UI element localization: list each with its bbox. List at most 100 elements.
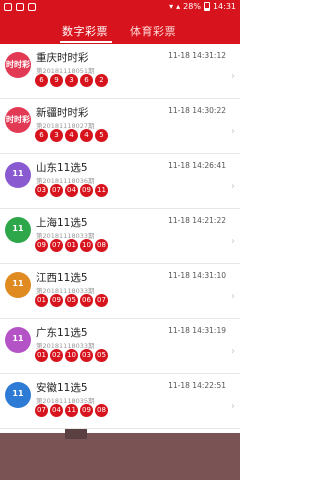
- winning-numbers: 69362: [35, 74, 108, 87]
- clock: 14:31: [212, 2, 236, 11]
- logo-text: 11: [12, 224, 24, 233]
- number-ball: 04: [50, 404, 63, 417]
- logo-text: 11: [12, 334, 24, 343]
- number-ball: 3: [50, 129, 63, 142]
- number-ball: 09: [80, 184, 93, 197]
- number-ball: 05: [95, 349, 108, 362]
- active-tab-indicator: [60, 41, 112, 43]
- number-ball: 06: [80, 294, 93, 307]
- number-ball: 01: [65, 239, 78, 252]
- logo-text: 时时彩: [6, 115, 30, 124]
- number-ball: 07: [35, 404, 48, 417]
- overlay-edge: [0, 429, 240, 433]
- notification-icons: [4, 3, 36, 11]
- number-ball: 9: [50, 74, 63, 87]
- number-ball: 3: [65, 74, 78, 87]
- lottery-title: 新疆时时彩: [36, 107, 89, 119]
- number-ball: 08: [95, 404, 108, 417]
- tab-sports-lottery[interactable]: 体育彩票: [130, 23, 176, 39]
- chevron-right-icon: ›: [231, 126, 235, 137]
- draw-time: 11-18 14:22:51: [168, 381, 226, 390]
- lottery-title: 山东11选5: [36, 162, 88, 174]
- lottery-row[interactable]: 时时彩 重庆时时彩 第20181118051期 11-18 14:31:12 6 9 3 6 2…: [0, 44, 240, 99]
- number-ball: 09: [80, 404, 93, 417]
- number-ball: 02: [50, 349, 63, 362]
- chevron-right-icon: ›: [231, 181, 235, 192]
- lottery-logo-icon: 时时彩: [5, 107, 31, 133]
- header-tabs: 数字彩票 体育彩票: [0, 16, 240, 44]
- bottom-overlay: [0, 429, 240, 480]
- number-ball: 09: [35, 239, 48, 252]
- number-ball: 6: [35, 74, 48, 87]
- notification-icon: [28, 3, 36, 11]
- draw-time: 11-18 14:30:22: [168, 106, 226, 115]
- status-right: ▾ ▴ 28% 14:31: [169, 2, 236, 11]
- lottery-title: 安徽11选5: [36, 382, 88, 394]
- draw-time: 11-18 14:31:10: [168, 271, 226, 280]
- tab-digital-lottery[interactable]: 数字彩票: [62, 23, 108, 39]
- logo-text: 时时彩: [6, 60, 30, 69]
- overlay-block: [65, 429, 87, 439]
- lottery-row[interactable]: 11 上海11选5 第20181118033期 11-18 14:21:22 09 07 0…: [0, 209, 240, 264]
- logo-text: 11: [12, 169, 24, 178]
- winning-numbers: 01 02 10 03 05: [35, 349, 108, 362]
- chevron-right-icon: ›: [231, 291, 235, 302]
- number-ball: 07: [50, 184, 63, 197]
- notification-icon: [4, 3, 12, 11]
- winning-numbers: 07 04 11 09 08: [35, 404, 108, 417]
- number-ball: 04: [65, 184, 78, 197]
- number-ball: 4: [80, 129, 93, 142]
- number-ball: 10: [65, 349, 78, 362]
- battery-percent: 28%: [183, 2, 201, 11]
- number-ball: 11: [65, 404, 78, 417]
- lottery-row[interactable]: 时时彩 新疆时时彩 第20181118027期 11-18 14:30:22 6 3 4 4 5…: [0, 99, 240, 154]
- number-ball: 2: [95, 74, 108, 87]
- number-ball: 5: [95, 129, 108, 142]
- status-bar: ▾ ▴ 28% 14:31: [0, 0, 240, 16]
- number-ball: 01: [35, 294, 48, 307]
- lottery-logo-icon: 11: [5, 382, 31, 408]
- lottery-title: 江西11选5: [36, 272, 88, 284]
- number-ball: 09: [50, 294, 63, 307]
- lottery-row[interactable]: 11 山东11选5 第20181118036期 11-18 14:26:41 03 07 0…: [0, 154, 240, 209]
- logo-text: 11: [12, 389, 24, 398]
- number-ball: 11: [95, 184, 108, 197]
- number-ball: 6: [35, 129, 48, 142]
- winning-numbers: 63445: [35, 129, 108, 142]
- signal-icon: ▴: [176, 2, 181, 11]
- winning-numbers: 03 07 04 09 11: [35, 184, 108, 197]
- number-ball: 03: [80, 349, 93, 362]
- winning-numbers: 01 09 05 06 07: [35, 294, 108, 307]
- winning-numbers: 09 07 01 10 08: [35, 239, 108, 252]
- chevron-right-icon: ›: [231, 71, 235, 82]
- lottery-row[interactable]: 11 安徽11选5 第20181118035期 11-18 14:22:51 07 04 1…: [0, 374, 240, 429]
- chevron-right-icon: ›: [231, 346, 235, 357]
- draw-time: 11-18 14:26:41: [168, 161, 226, 170]
- draw-time: 11-18 14:31:12: [168, 51, 226, 60]
- logo-text: 11: [12, 279, 24, 288]
- wifi-icon: ▾: [169, 2, 174, 11]
- number-ball: 07: [50, 239, 63, 252]
- lottery-logo-icon: 时时彩: [5, 52, 31, 78]
- notification-icon: [16, 3, 24, 11]
- number-ball: 4: [65, 129, 78, 142]
- number-ball: 03: [35, 184, 48, 197]
- chevron-right-icon: ›: [231, 401, 235, 412]
- battery-icon: [203, 2, 210, 11]
- number-ball: 10: [80, 239, 93, 252]
- lottery-row[interactable]: 11 江西11选5 第20181118033期 11-18 14:31:10 01 09 0…: [0, 264, 240, 319]
- chevron-right-icon: ›: [231, 236, 235, 247]
- draw-time: 11-18 14:31:19: [168, 326, 226, 335]
- lottery-title: 广东11选5: [36, 327, 88, 339]
- lottery-logo-icon: 11: [5, 217, 31, 243]
- number-ball: 05: [65, 294, 78, 307]
- lottery-title: 重庆时时彩: [36, 52, 89, 64]
- number-ball: 6: [80, 74, 93, 87]
- lottery-row[interactable]: 11 广东11选5 第20181118033期 11-18 14:31:19 01 02 1…: [0, 319, 240, 374]
- lottery-logo-icon: 11: [5, 327, 31, 353]
- number-ball: 08: [95, 239, 108, 252]
- lottery-logo-icon: 11: [5, 272, 31, 298]
- number-ball: 01: [35, 349, 48, 362]
- number-ball: 07: [95, 294, 108, 307]
- lottery-title: 上海11选5: [36, 217, 88, 229]
